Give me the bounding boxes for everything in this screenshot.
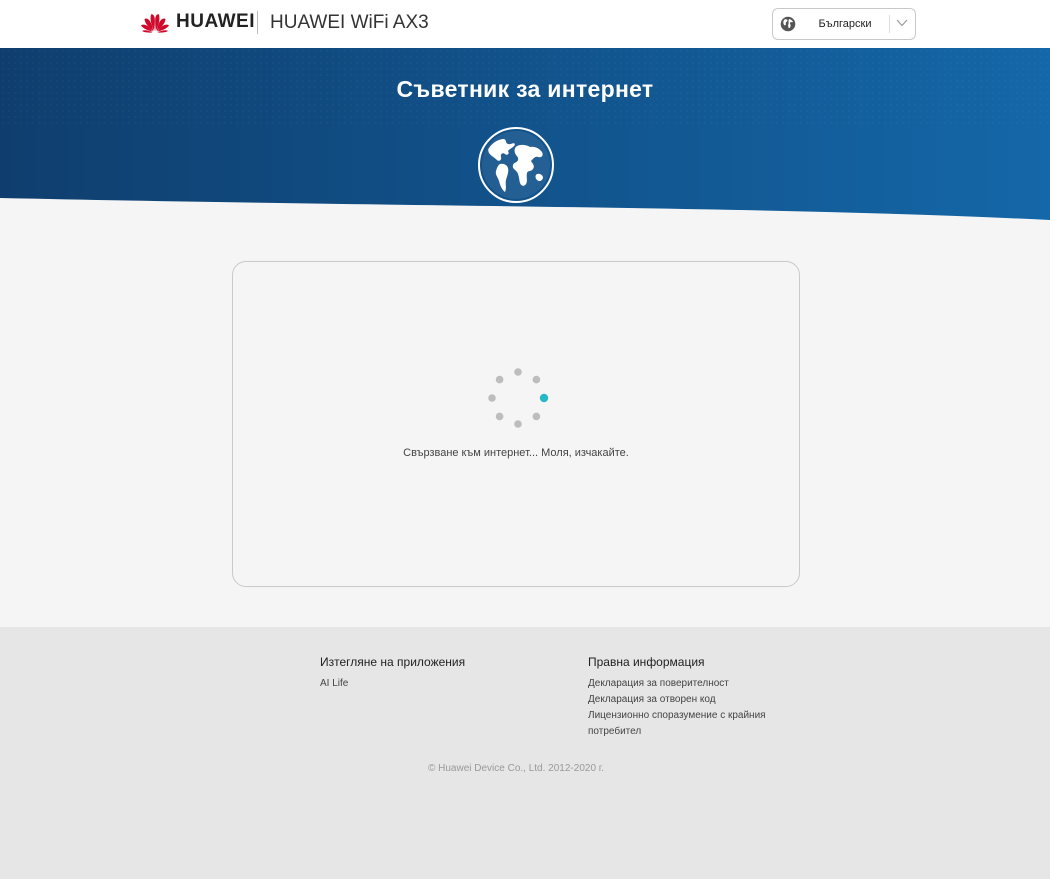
logo-divider: [257, 11, 258, 34]
connecting-status-message: Свързване към интернет... Моля, изчакайт…: [403, 447, 629, 459]
huawei-logo: HUAWEI: [140, 10, 255, 34]
world-globe-icon: [478, 127, 554, 203]
footer-legal-column: Правна информация Декларация за поверите…: [588, 655, 818, 740]
open-source-statement-link[interactable]: Декларация за отворен код: [588, 692, 818, 708]
brand-wordmark: HUAWEI: [176, 11, 255, 32]
top-bar: HUAWEI HUAWEI WiFi AX3 Български: [0, 0, 1050, 48]
ai-life-link[interactable]: AI Life: [320, 676, 465, 692]
connection-status-card: Свързване към интернет... Моля, изчакайт…: [232, 261, 800, 587]
loading-spinner: [488, 368, 549, 428]
footer: Изтегляне на приложения AI Life Правна и…: [0, 627, 1050, 879]
language-select-separator: [889, 15, 890, 33]
wizard-banner: Съветник за интернет: [0, 48, 1050, 223]
chevron-down-icon: [896, 19, 908, 27]
copyright-text: © Huawei Device Co., Ltd. 2012-2020 г.: [427, 763, 604, 774]
eula-link[interactable]: Лицензионно споразумение с крайния потре…: [588, 708, 818, 740]
huawei-flower-icon: [141, 14, 169, 33]
privacy-statement-link[interactable]: Декларация за поверителност: [588, 676, 818, 692]
page-title: Съветник за интернет: [396, 76, 654, 102]
footer-legal-heading: Правна информация: [588, 655, 705, 669]
footer-apps-column: Изтегляне на приложения AI Life: [320, 655, 465, 692]
language-select[interactable]: Български: [772, 8, 916, 40]
product-name: HUAWEI WiFi AX3: [270, 12, 429, 33]
footer-apps-heading: Изтегляне на приложения: [320, 655, 466, 669]
